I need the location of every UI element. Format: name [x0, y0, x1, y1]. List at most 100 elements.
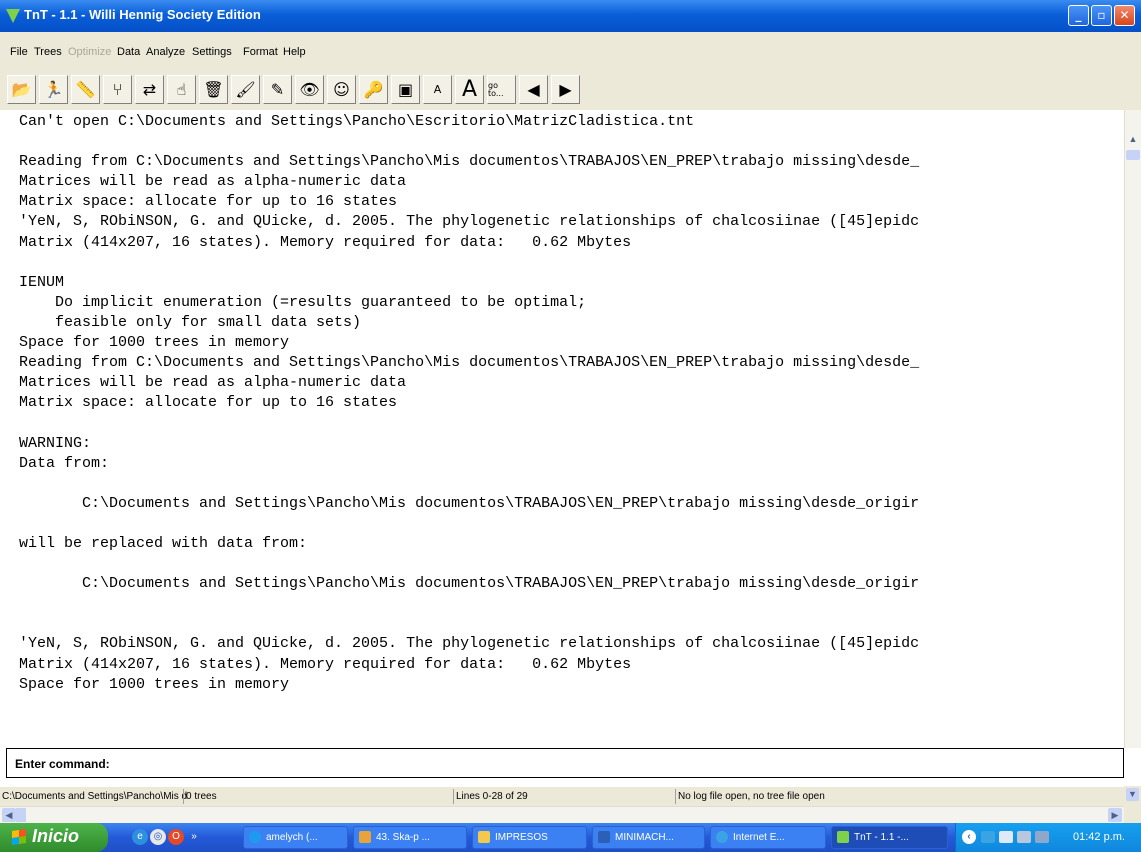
tray-network-icon[interactable]: [981, 831, 995, 843]
menu-analyze[interactable]: Analyze: [146, 46, 185, 58]
tree-icon: ⑂: [112, 79, 123, 99]
menu-file[interactable]: File: [10, 46, 28, 58]
status-path: C:\Documents and Settings\Pancho\Mis d: [2, 791, 188, 802]
menu-format[interactable]: Format: [243, 46, 278, 58]
tree-trash-button[interactable]: 🗑: [199, 75, 228, 104]
task-label: MINIMACH...: [615, 832, 674, 843]
scroll-up-icon[interactable]: ▲: [1126, 134, 1140, 150]
font-small-icon: A: [433, 83, 442, 96]
tree-swap-button[interactable]: ⇄: [135, 75, 164, 104]
brush-icon: 🖌: [235, 79, 256, 99]
task-label: Internet E...: [733, 832, 785, 843]
folder-icon: [478, 831, 490, 843]
window-title: TnT - 1.1 - Willi Hennig Society Edition: [24, 7, 261, 22]
window-icon: ▣: [397, 79, 414, 99]
menu-help[interactable]: Help: [283, 46, 306, 58]
close-button[interactable]: ✕: [1114, 5, 1135, 26]
tray-expand-icon[interactable]: ‹: [962, 830, 976, 844]
tray-volume-icon[interactable]: [1017, 831, 1031, 843]
back-button[interactable]: ◀: [519, 75, 548, 104]
person-button[interactable]: ☺: [327, 75, 356, 104]
media-player-icon: [359, 831, 371, 843]
toolbar: 📂 🏃 📏 ⑂ ⇄ ☝ 🗑 🖌 ✎ 👁 ☺ 🔑 ▣ A A go to... ◀…: [0, 72, 1141, 111]
scroll-left-icon[interactable]: ◀: [2, 808, 16, 822]
person-icon: ☺: [333, 79, 350, 99]
font-large-icon: A: [461, 76, 478, 102]
back-arrow-icon: ◀: [527, 79, 540, 99]
command-label: Enter command:: [15, 757, 110, 771]
tree-edit-button[interactable]: ✎: [263, 75, 292, 104]
tree-swap-icon: ⇄: [142, 79, 157, 99]
output-pane[interactable]: Can't open C:\Documents and Settings\Pan…: [0, 110, 1124, 748]
scroll-down-icon[interactable]: ▼: [1126, 788, 1139, 801]
command-input[interactable]: Enter command:: [6, 748, 1124, 778]
brush-button[interactable]: 🖌: [231, 75, 260, 104]
window-button[interactable]: ▣: [391, 75, 420, 104]
status-log: No log file open, no tree file open: [678, 791, 825, 802]
start-button[interactable]: Inicio: [0, 823, 108, 852]
hscroll-thumb[interactable]: [16, 808, 26, 822]
task-button[interactable]: MINIMACH...: [592, 826, 705, 849]
vertical-scrollbar[interactable]: ▲: [1124, 110, 1141, 748]
task-button-active[interactable]: TnT - 1.1 -...: [831, 826, 948, 849]
task-button[interactable]: Internet E...: [710, 826, 826, 849]
tray-device-icon[interactable]: [1035, 831, 1049, 843]
messenger-icon: [249, 831, 261, 843]
task-label: amelych (...: [266, 832, 318, 843]
status-trees: 0 trees: [186, 791, 217, 802]
internet-explorer-icon[interactable]: e: [132, 829, 148, 845]
forward-arrow-icon: ▶: [559, 79, 572, 99]
tray-display-icon[interactable]: [999, 831, 1013, 843]
key-icon: 🔑: [363, 79, 384, 99]
tree-view-icon: 👁: [299, 79, 320, 99]
quicklaunch-browser-icon[interactable]: ◎: [150, 829, 166, 845]
app-icon: [6, 9, 20, 23]
title-bar[interactable]: TnT - 1.1 - Willi Hennig Society Edition…: [0, 0, 1141, 32]
menu-trees[interactable]: Trees: [34, 46, 62, 58]
menu-data[interactable]: Data: [117, 46, 140, 58]
tnt-app-icon: [837, 831, 849, 843]
status-lines: Lines 0-28 of 29: [456, 791, 528, 802]
tree-view-button[interactable]: 👁: [295, 75, 324, 104]
key-button[interactable]: 🔑: [359, 75, 388, 104]
menu-optimize: Optimize: [68, 46, 112, 58]
start-label: Inicio: [32, 826, 80, 846]
task-label: IMPRESOS: [495, 832, 548, 843]
scroll-right-icon[interactable]: ▶: [1108, 808, 1122, 822]
menu-bar: File Trees Optimize Data Analyze Setting…: [0, 32, 1141, 72]
goto-icon: go to...: [488, 80, 504, 98]
scroll-thumb[interactable]: [1126, 150, 1140, 160]
run-button[interactable]: 🏃: [39, 75, 68, 104]
task-label: TnT - 1.1 -...: [854, 832, 909, 843]
maximize-button[interactable]: ▫: [1091, 5, 1112, 26]
status-scroll-corner: ▼: [1124, 786, 1141, 823]
internet-explorer-task-icon: [716, 831, 728, 843]
font-large-button[interactable]: A: [455, 75, 484, 104]
tree-hand-icon: ☝: [176, 79, 187, 99]
tree-trash-icon: 🗑: [203, 79, 224, 99]
runner-icon: 🏃: [43, 79, 64, 99]
tree-button[interactable]: ⑂: [103, 75, 132, 104]
tree-hand-button[interactable]: ☝: [167, 75, 196, 104]
task-button[interactable]: 43. Ska-p ...: [353, 826, 467, 849]
task-button[interactable]: IMPRESOS: [472, 826, 587, 849]
output-text: Can't open C:\Documents and Settings\Pan…: [19, 113, 920, 693]
forward-button[interactable]: ▶: [551, 75, 580, 104]
ruler-button[interactable]: 📏: [71, 75, 100, 104]
quicklaunch-overflow-icon[interactable]: »: [186, 829, 202, 845]
menu-settings[interactable]: Settings: [192, 46, 232, 58]
system-tray: ‹ 01:42 p.m.: [955, 823, 1141, 852]
open-file-button[interactable]: 📂: [7, 75, 36, 104]
horizontal-scrollbar[interactable]: ◀ ▶: [0, 806, 1124, 823]
status-bar: C:\Documents and Settings\Pancho\Mis d 0…: [0, 786, 1124, 807]
task-label: 43. Ska-p ...: [376, 832, 430, 843]
goto-button[interactable]: go to...: [487, 75, 516, 104]
minimize-button[interactable]: _: [1068, 5, 1089, 26]
task-button[interactable]: amelych (...: [243, 826, 348, 849]
quicklaunch-opera-icon[interactable]: O: [168, 829, 184, 845]
windows-logo-icon: [12, 829, 26, 845]
font-small-button[interactable]: A: [423, 75, 452, 104]
open-file-icon: 📂: [11, 79, 32, 99]
taskbar: Inicio e ◎ O » amelych (... 43. Ska-p ..…: [0, 823, 1141, 852]
tree-edit-icon: ✎: [270, 79, 285, 99]
